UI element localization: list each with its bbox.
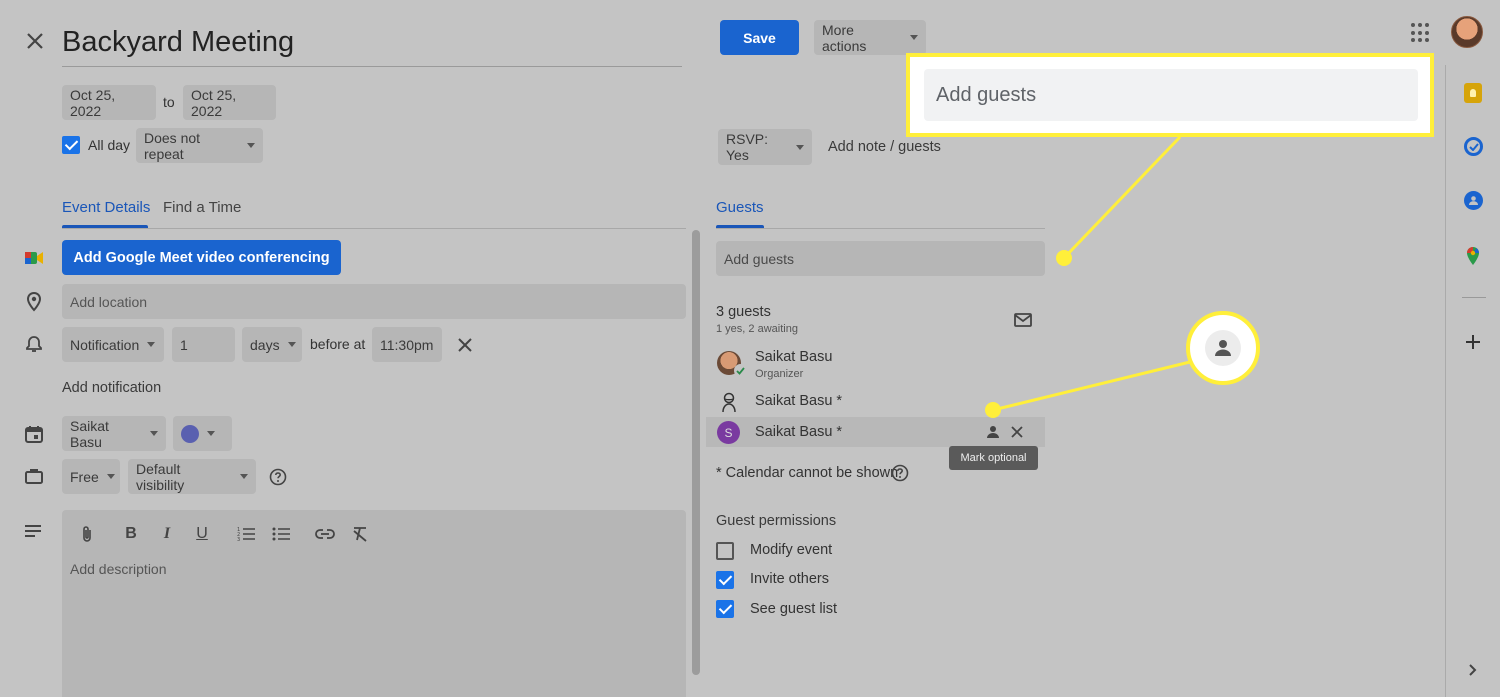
add-guests-zoom-field: Add guests [924,69,1418,121]
add-guests-zoom-callout: Add guests [906,53,1434,137]
callout-dot [985,402,1001,418]
callout-dot [1056,250,1072,266]
person-icon [1205,330,1241,366]
mark-optional-zoom-callout [1186,311,1260,385]
